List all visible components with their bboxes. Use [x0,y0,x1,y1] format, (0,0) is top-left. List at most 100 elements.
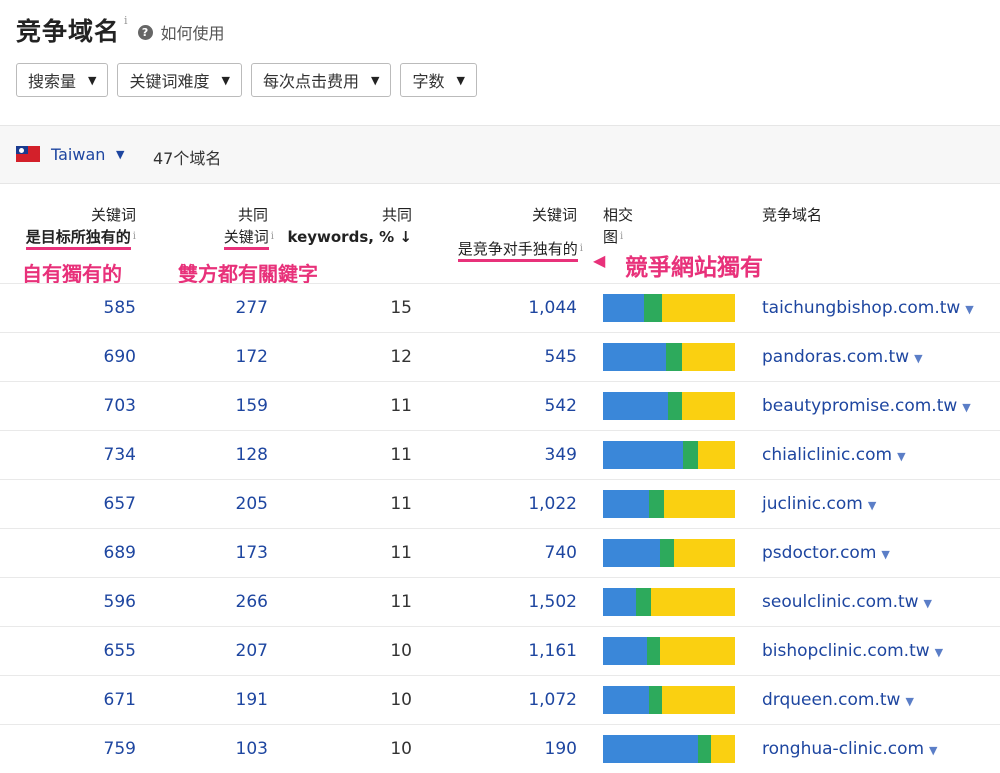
competitor-domain-link[interactable]: bishopclinic.com.tw ▼ [762,641,943,661]
caret-down-icon[interactable]: ▼ [897,450,905,463]
bar-segment-competitor-only [698,441,735,469]
country-bar: Taiwan ▼ 47个域名 [0,125,1000,184]
caret-down-icon[interactable]: ▼ [881,548,889,561]
bar-segment-competitor-only [682,343,735,371]
competitor-domain-link[interactable]: drqueen.com.tw ▼ [762,690,914,710]
col-target-only[interactable]: 关键词 是目标所独有的 i [25,204,136,250]
how-to-use-label: 如何使用 [160,24,225,43]
target-only-count[interactable]: 703 [104,396,136,416]
competitor-domain-link[interactable]: ronghua-clinic.com ▼ [762,739,938,759]
common-count[interactable]: 128 [236,445,268,465]
col-common-pct[interactable]: 共同 keywords, % ↓ [288,204,413,248]
info-icon[interactable]: i [271,231,274,242]
bar-segment-competitor-only [660,637,735,665]
competitor-only-count[interactable]: 545 [545,347,577,367]
col-common-line2: 关键词 [223,228,269,250]
caret-down-icon[interactable]: ▼ [924,597,932,610]
common-count[interactable]: 205 [236,494,268,514]
table-row: 703 159 11 542 beautypromise.com.tw ▼ [0,381,1000,430]
table-row: 657 205 11 1,022 juclinic.com ▼ [0,479,1000,528]
bar-segment-target-only [603,539,660,567]
common-count[interactable]: 191 [236,690,268,710]
common-count[interactable]: 103 [236,739,268,759]
competitor-domain-link[interactable]: psdoctor.com ▼ [762,543,890,563]
competitor-only-count[interactable]: 1,161 [528,641,577,661]
domain-count: 47个域名 [153,149,222,168]
common-pct: 11 [390,445,412,465]
caret-down-icon[interactable]: ▼ [929,744,937,757]
target-only-count[interactable]: 734 [104,445,136,465]
question-icon: ? [137,24,153,40]
bar-segment-common [649,490,664,518]
competitor-only-count[interactable]: 740 [545,543,577,563]
target-only-count[interactable]: 657 [104,494,136,514]
how-to-use-link[interactable]: ? 如何使用 [137,20,225,44]
filter-label: 搜索量 [28,72,77,91]
filter-cpc[interactable]: 每次点击费用 ▼ [250,63,392,97]
competitor-only-count[interactable]: 1,022 [528,494,577,514]
country-selector[interactable]: Taiwan [51,145,105,164]
filter-label: 关键词难度 [129,72,210,91]
col-competitor-only-line1: 关键词 [531,206,577,224]
info-icon[interactable]: i [620,231,623,242]
competitor-only-count[interactable]: 349 [545,445,577,465]
competitor-domain-link[interactable]: beautypromise.com.tw ▼ [762,396,971,416]
col-intersection-line2: 图 [603,228,619,246]
col-common[interactable]: 共同 关键词 i [223,204,274,250]
competitor-only-count[interactable]: 1,072 [528,690,577,710]
common-count[interactable]: 266 [236,592,268,612]
target-only-count[interactable]: 671 [104,690,136,710]
title-info-icon[interactable]: i [124,14,128,27]
caret-down-icon[interactable]: ▼ [965,303,973,316]
target-only-count[interactable]: 690 [104,347,136,367]
common-count[interactable]: 207 [236,641,268,661]
competitor-only-count[interactable]: 1,502 [528,592,577,612]
info-icon[interactable]: i [580,243,583,254]
col-common-line1: 共同 [237,206,268,224]
bar-segment-common [683,441,699,469]
target-only-count[interactable]: 759 [104,739,136,759]
bar-segment-target-only [603,441,684,469]
competitor-domain-link[interactable]: pandoras.com.tw ▼ [762,347,923,367]
table-row: 655 207 10 1,161 bishopclinic.com.tw ▼ [0,626,1000,675]
bar-segment-common [698,735,711,763]
filter-search-volume[interactable]: 搜索量 ▼ [16,63,109,97]
filter-word-count[interactable]: 字数 ▼ [400,63,477,97]
competitor-domain-link[interactable]: chialiclinic.com ▼ [762,445,906,465]
common-count[interactable]: 173 [236,543,268,563]
info-icon[interactable]: i [133,231,136,242]
intersection-bar [603,637,735,665]
competitor-only-count[interactable]: 190 [545,739,577,759]
target-only-count[interactable]: 596 [104,592,136,612]
competitor-only-count[interactable]: 542 [545,396,577,416]
common-pct: 10 [390,690,412,710]
caret-down-icon[interactable]: ▼ [905,695,913,708]
domain-label: beautypromise.com.tw [762,396,958,416]
domain-label: drqueen.com.tw [762,690,901,710]
target-only-count[interactable]: 689 [104,543,136,563]
caret-down-icon[interactable]: ▼ [962,401,970,414]
common-count[interactable]: 159 [236,396,268,416]
common-count[interactable]: 277 [236,298,268,318]
page-title: 竞争域名 [16,17,121,46]
domain-label: ronghua-clinic.com [762,739,925,759]
common-count[interactable]: 172 [236,347,268,367]
competitor-domain-link[interactable]: seoulclinic.com.tw ▼ [762,592,932,612]
caret-down-icon[interactable]: ▼ [868,499,876,512]
competitor-domain-link[interactable]: juclinic.com ▼ [762,494,876,514]
col-competitor-only[interactable]: 关键词 是竞争对手独有的 i [457,204,583,262]
bar-segment-competitor-only [664,490,735,518]
target-only-count[interactable]: 655 [104,641,136,661]
target-only-count[interactable]: 585 [104,298,136,318]
caret-down-icon: ▼ [88,73,97,87]
competitor-only-count[interactable]: 1,044 [528,298,577,318]
caret-down-icon[interactable]: ▼ [935,646,943,659]
caret-down-icon[interactable]: ▼ [116,148,124,161]
competitor-domain-link[interactable]: taichungbishop.com.tw ▼ [762,298,974,318]
filter-keyword-difficulty[interactable]: 关键词难度 ▼ [117,63,242,97]
intersection-bar [603,588,735,616]
col-intersection: 相交 图i [603,204,633,248]
caret-down-icon[interactable]: ▼ [914,352,922,365]
bar-segment-target-only [603,588,636,616]
bar-segment-common [647,637,660,665]
